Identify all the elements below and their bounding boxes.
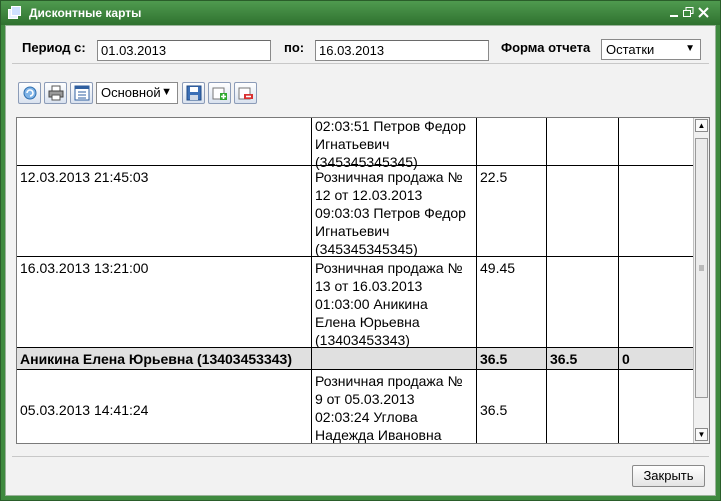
refresh-button[interactable] (18, 82, 41, 104)
value-cell-3 (619, 166, 693, 256)
value-cell-2 (547, 257, 619, 347)
delete-icon (238, 87, 253, 100)
date-cell: 16.03.2013 13:21:00 (17, 257, 312, 347)
print-button[interactable] (44, 82, 67, 104)
discount-cards-window: Дисконтные карты Период с: 01.03.2013 по… (0, 0, 721, 501)
chevron-down-icon: ▼ (161, 86, 172, 98)
save-preset-button[interactable] (182, 82, 205, 104)
date-cell (17, 118, 312, 165)
table-row[interactable]: 16.03.2013 13:21:00 Розничная продажа № … (17, 257, 693, 348)
report-form-label: Форма отчета (501, 40, 591, 55)
delete-preset-button[interactable] (234, 82, 257, 104)
period-to-label: по: (284, 40, 305, 55)
cards-icon (8, 6, 22, 19)
document-cell: Розничная продажа № 9 от 05.03.2013 02:0… (312, 370, 477, 443)
document-cell: Розничная продажа № 12 от 12.03.2013 09:… (312, 166, 477, 257)
document-cell: Розничная продажа № 13 от 16.03.2013 01:… (312, 257, 477, 348)
value-cell-3: 0 (622, 351, 630, 367)
maximize-icon[interactable] (683, 7, 694, 18)
discount-cards-grid[interactable]: 02:03:51 Петров Федор Игнатьевич (345345… (16, 117, 710, 444)
preset-select[interactable]: Основной ▼ (96, 82, 178, 104)
toolbar-divider (12, 63, 709, 64)
close-button[interactable]: Закрыть (632, 465, 705, 487)
title-bar[interactable]: Дисконтные карты (1, 1, 720, 25)
period-from-label: Период с: (22, 40, 86, 55)
value-cell-2 (547, 166, 619, 256)
period-from-input[interactable]: 01.03.2013 (97, 40, 271, 61)
scroll-thumb[interactable] (695, 138, 708, 398)
add-preset-button[interactable] (208, 82, 231, 104)
table-row[interactable]: 12.03.2013 21:45:03 Розничная продажа № … (17, 166, 693, 257)
save-icon (186, 85, 202, 101)
value-cell-1: 36.5 (477, 370, 547, 443)
vertical-scrollbar[interactable]: ▲ ▼ (693, 118, 709, 443)
preset-value: Основной (101, 85, 161, 100)
minimize-icon[interactable] (669, 7, 680, 18)
date-cell: 12.03.2013 21:45:03 (17, 166, 312, 256)
value-cell-2: 36.5 (547, 348, 619, 369)
report-form-select[interactable]: Остатки ▼ (601, 39, 701, 60)
scroll-up-button[interactable]: ▲ (695, 119, 708, 132)
document-cell: 02:03:51 Петров Федор Игнатьевич (345345… (312, 118, 477, 170)
table-row[interactable]: 02:03:51 Петров Федор Игнатьевич (345345… (17, 118, 693, 170)
value-cell-3 (619, 118, 693, 165)
customer-group-cell: Аникина Елена Юрьевна (13403453343) (17, 348, 312, 369)
columns-icon (74, 85, 90, 101)
value-cell-2 (547, 370, 619, 443)
value-cell-1: 22.5 (477, 166, 547, 256)
columns-button[interactable] (70, 82, 93, 104)
close-icon[interactable] (698, 7, 709, 18)
table-row[interactable]: 05.03.2013 14:41:24 Розничная продажа № … (17, 370, 693, 443)
group-row[interactable]: Аникина Елена Юрьевна (13403453343) 36.5… (17, 348, 693, 370)
print-icon (48, 85, 64, 101)
value-cell-3 (619, 370, 693, 443)
grip-icon (699, 265, 704, 271)
value-cell-1: 49.45 (477, 257, 547, 347)
value-cell-1: 36.5 (477, 348, 547, 369)
report-form-value: Остатки (606, 42, 655, 57)
document-cell (312, 348, 477, 369)
refresh-icon (23, 86, 37, 100)
window-client: Период с: 01.03.2013 по: 16.03.2013 Форм… (5, 25, 716, 496)
value-cell-1 (477, 118, 547, 165)
window-title: Дисконтные карты (29, 6, 142, 20)
value-cell-3 (619, 257, 693, 347)
date-cell: 05.03.2013 14:41:24 (17, 370, 312, 443)
scroll-down-button[interactable]: ▼ (695, 428, 708, 441)
add-icon (212, 87, 227, 100)
footer-divider (12, 456, 709, 457)
value-cell-2 (547, 118, 619, 165)
period-to-input[interactable]: 16.03.2013 (315, 40, 489, 61)
chevron-down-icon: ▼ (685, 43, 695, 54)
